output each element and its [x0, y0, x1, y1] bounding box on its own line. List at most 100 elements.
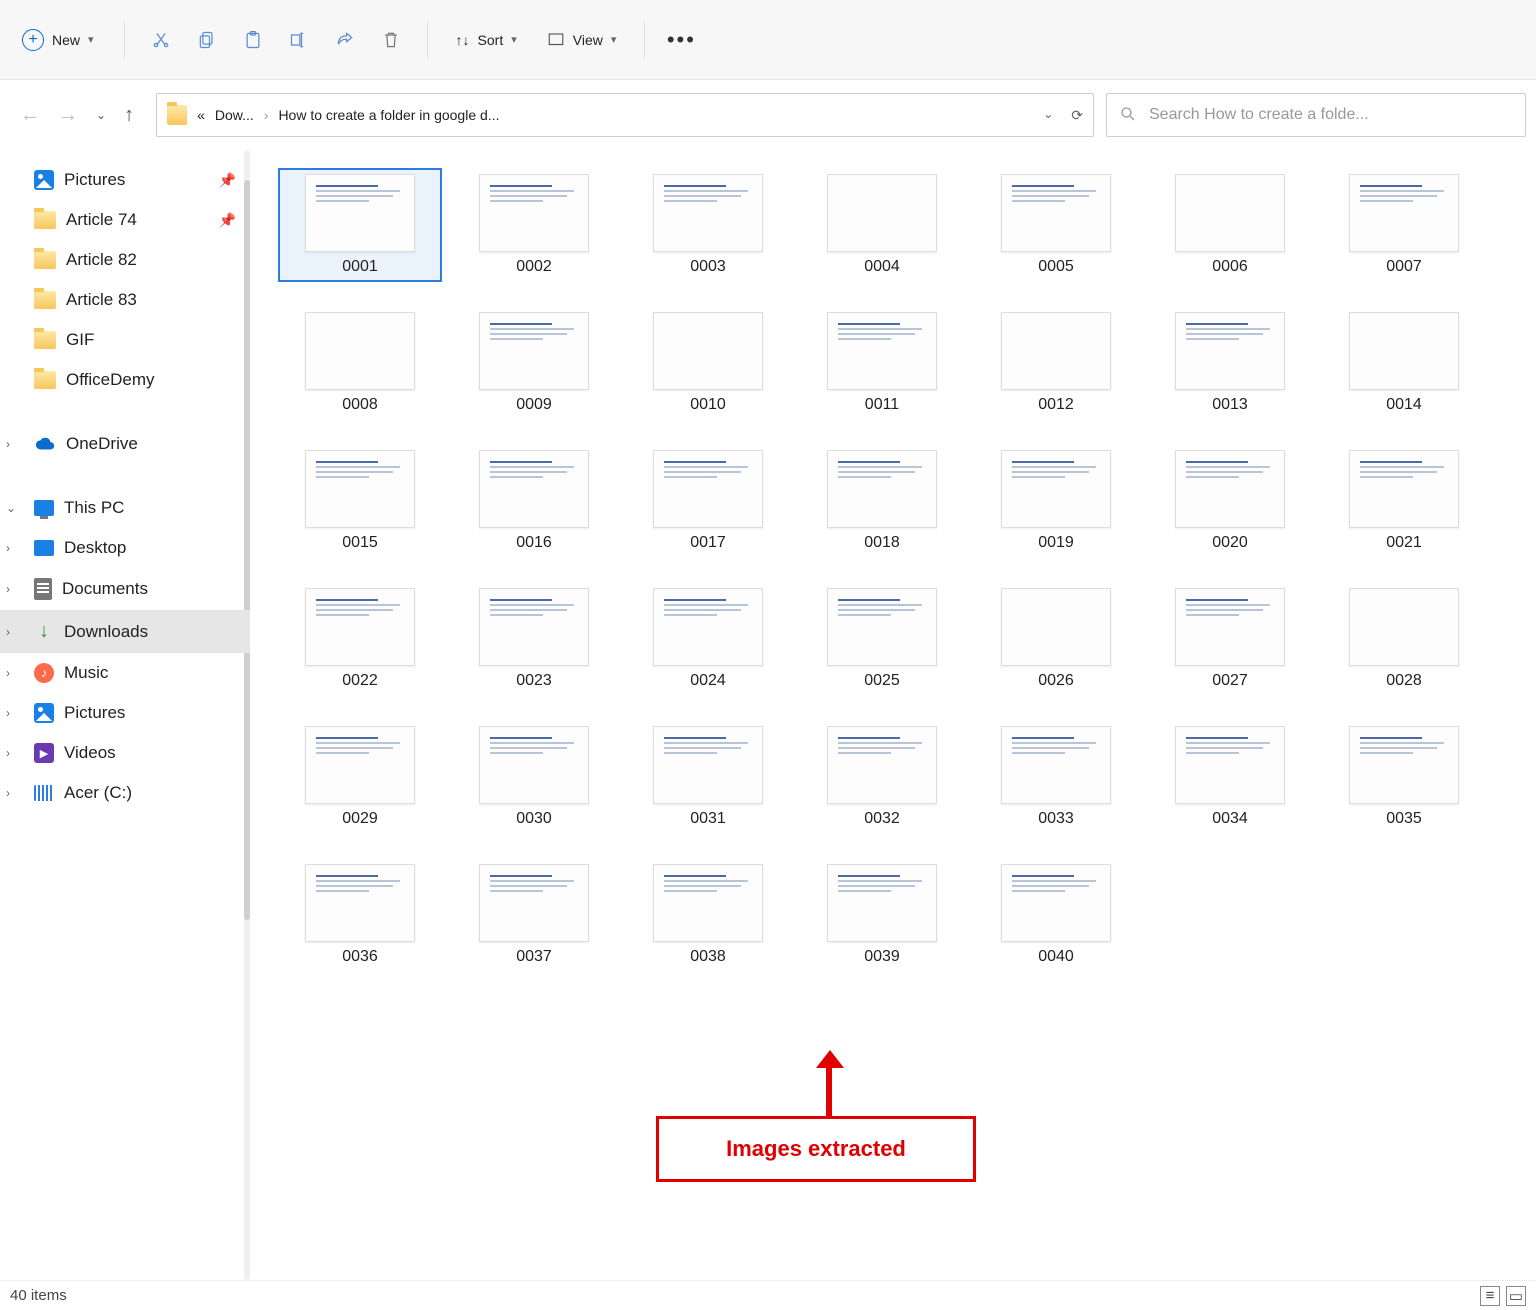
file-item[interactable]: 0029 [280, 722, 440, 832]
sort-button[interactable]: ↑↓ Sort ▾ [446, 28, 527, 52]
chevron-right-icon[interactable]: › [6, 541, 10, 555]
file-item[interactable]: 0009 [454, 308, 614, 418]
sidebar-item-officedemy[interactable]: OfficeDemy [0, 360, 250, 400]
sidebar-item-acer-c-[interactable]: ›Acer (C:) [0, 773, 250, 813]
sidebar-item-label: Article 83 [66, 290, 137, 310]
chevron-right-icon[interactable]: › [6, 625, 10, 639]
file-name: 0024 [690, 672, 726, 690]
file-item[interactable]: 0006 [1150, 170, 1310, 280]
file-item[interactable]: 0026 [976, 584, 1136, 694]
file-item[interactable]: 0014 [1324, 308, 1484, 418]
file-item[interactable]: 0040 [976, 860, 1136, 970]
file-item[interactable]: 0027 [1150, 584, 1310, 694]
pc-icon [34, 500, 54, 516]
back-button[interactable]: ← [20, 104, 40, 127]
file-item[interactable]: 0020 [1150, 446, 1310, 556]
cut-button[interactable] [143, 22, 179, 58]
file-item[interactable]: 0005 [976, 170, 1136, 280]
crumb-1[interactable]: Dow... [215, 107, 254, 123]
sidebar-item-pictures[interactable]: ›Pictures [0, 693, 250, 733]
sidebar-item-pictures[interactable]: Pictures📌 [0, 160, 250, 200]
file-item[interactable]: 0038 [628, 860, 788, 970]
file-item[interactable]: 0036 [280, 860, 440, 970]
crumb-2[interactable]: How to create a folder in google d... [278, 107, 1033, 123]
file-item[interactable]: 0012 [976, 308, 1136, 418]
file-name: 0014 [1386, 396, 1422, 414]
up-button[interactable]: ↑ [124, 104, 134, 127]
file-item[interactable]: 0024 [628, 584, 788, 694]
file-item[interactable]: 0033 [976, 722, 1136, 832]
file-item[interactable]: 0021 [1324, 446, 1484, 556]
chevron-right-icon[interactable]: › [6, 706, 10, 720]
search-bar[interactable] [1106, 93, 1526, 137]
file-item[interactable]: 0004 [802, 170, 962, 280]
file-item[interactable]: 0032 [802, 722, 962, 832]
file-thumbnail [653, 450, 763, 528]
details-view-button[interactable]: ≡ [1480, 1286, 1500, 1306]
refresh-button[interactable]: ⟳ [1071, 107, 1083, 124]
file-item[interactable]: 0030 [454, 722, 614, 832]
view-button[interactable]: View ▾ [537, 27, 627, 53]
sidebar-item-documents[interactable]: ›Documents [0, 568, 250, 610]
file-item[interactable]: 0011 [802, 308, 962, 418]
copy-button[interactable] [189, 22, 225, 58]
address-bar[interactable]: « Dow... › How to create a folder in goo… [156, 93, 1094, 137]
search-input[interactable] [1149, 106, 1513, 124]
sidebar-item-music[interactable]: ›♪Music [0, 653, 250, 693]
file-item[interactable]: 0035 [1324, 722, 1484, 832]
sidebar-item-downloads[interactable]: ›↓Downloads [0, 610, 250, 653]
file-item[interactable]: 0003 [628, 170, 788, 280]
chevron-down-icon[interactable]: ⌄ [6, 501, 16, 515]
chevron-right-icon[interactable]: › [6, 437, 10, 451]
sidebar-item-article-74[interactable]: Article 74📌 [0, 200, 250, 240]
chevron-right-icon[interactable]: › [6, 786, 10, 800]
file-item[interactable]: 0018 [802, 446, 962, 556]
delete-button[interactable] [373, 22, 409, 58]
file-item[interactable]: 0022 [280, 584, 440, 694]
file-item[interactable]: 0016 [454, 446, 614, 556]
file-name: 0020 [1212, 534, 1248, 552]
folder-icon [34, 331, 56, 349]
more-button[interactable]: ••• [663, 22, 699, 58]
file-item[interactable]: 0039 [802, 860, 962, 970]
sidebar-item-article-83[interactable]: Article 83 [0, 280, 250, 320]
file-item[interactable]: 0031 [628, 722, 788, 832]
rename-button[interactable] [281, 22, 317, 58]
pin-icon: 📌 [219, 212, 236, 229]
file-item[interactable]: 0017 [628, 446, 788, 556]
file-item[interactable]: 0025 [802, 584, 962, 694]
chevron-right-icon[interactable]: › [6, 582, 10, 596]
file-thumbnail [1349, 312, 1459, 390]
view-toggle: ≡ ▭ [1480, 1286, 1526, 1306]
share-button[interactable] [327, 22, 363, 58]
thumbnails-view-button[interactable]: ▭ [1506, 1286, 1526, 1306]
forward-button[interactable]: → [58, 104, 78, 127]
file-item[interactable]: 0019 [976, 446, 1136, 556]
chevron-right-icon[interactable]: › [6, 666, 10, 680]
file-item[interactable]: 0028 [1324, 584, 1484, 694]
file-item[interactable]: 0013 [1150, 308, 1310, 418]
address-dropdown[interactable]: ⌄ [1043, 107, 1053, 124]
file-thumbnail [827, 450, 937, 528]
sort-label: Sort [478, 32, 504, 48]
file-item[interactable]: 0037 [454, 860, 614, 970]
chevron-right-icon[interactable]: › [6, 746, 10, 760]
file-pane: 0001000200030004000500060007 000800090010… [250, 150, 1536, 1280]
sidebar-item-this-pc[interactable]: ⌄This PC [0, 488, 250, 528]
file-item[interactable]: 0034 [1150, 722, 1310, 832]
file-item[interactable]: 0023 [454, 584, 614, 694]
sidebar-item-onedrive[interactable]: ›OneDrive [0, 424, 250, 464]
file-item[interactable]: 0008 [280, 308, 440, 418]
file-item[interactable]: 0001 [280, 170, 440, 280]
paste-button[interactable] [235, 22, 271, 58]
sidebar-item-gif[interactable]: GIF [0, 320, 250, 360]
new-button[interactable]: + New ▾ [10, 23, 106, 57]
file-item[interactable]: 0002 [454, 170, 614, 280]
file-item[interactable]: 0010 [628, 308, 788, 418]
file-item[interactable]: 0015 [280, 446, 440, 556]
sidebar-item-article-82[interactable]: Article 82 [0, 240, 250, 280]
file-item[interactable]: 0007 [1324, 170, 1484, 280]
sidebar-item-desktop[interactable]: ›Desktop [0, 528, 250, 568]
recent-button[interactable]: ⌄ [96, 108, 106, 122]
sidebar-item-videos[interactable]: ›▶Videos [0, 733, 250, 773]
